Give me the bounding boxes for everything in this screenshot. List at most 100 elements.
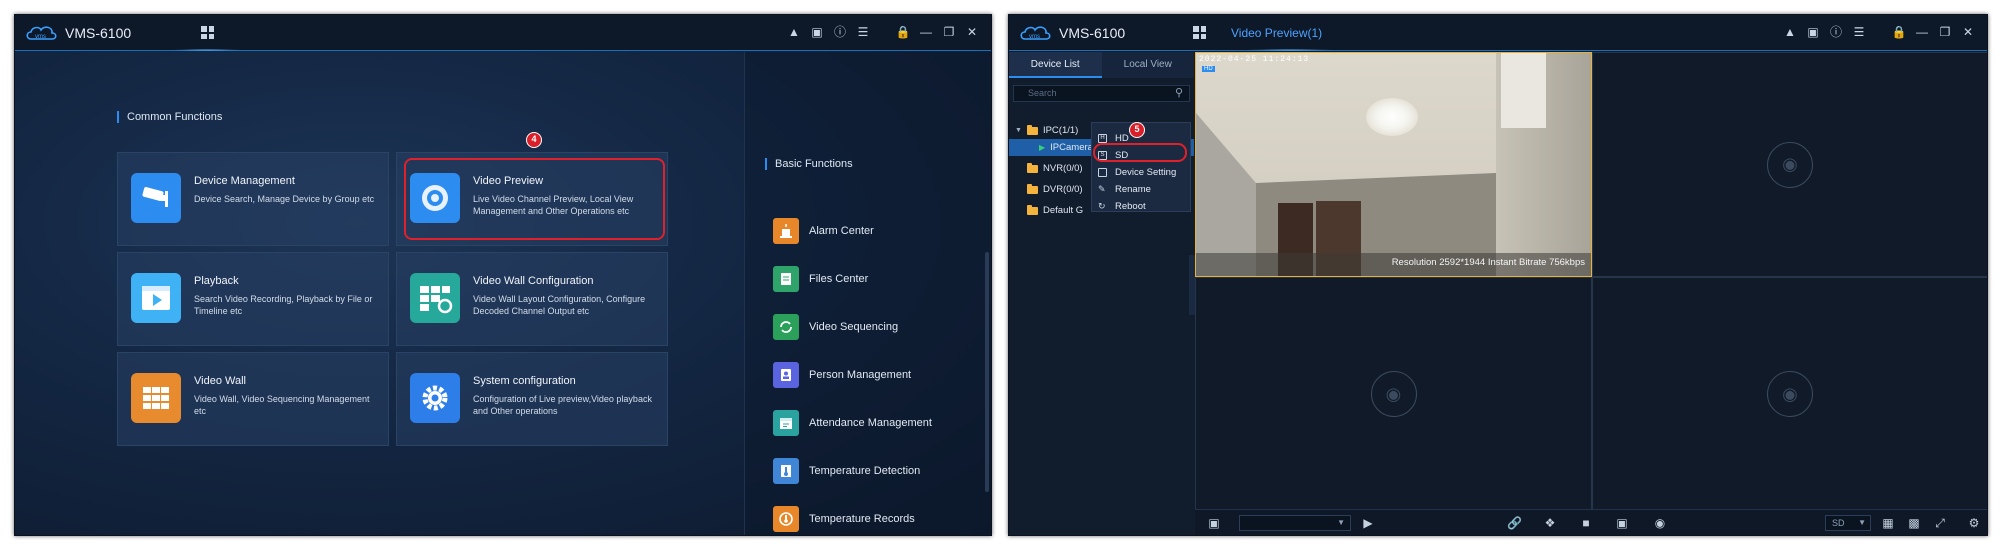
folder-icon — [1026, 124, 1038, 135]
common-functions-heading: Common Functions — [117, 111, 222, 123]
tab-device-list[interactable]: Device List — [1009, 52, 1102, 78]
video-cell-3[interactable]: ◉ — [1195, 277, 1592, 511]
menu-item-rename[interactable]: ✎ Rename — [1098, 182, 1151, 196]
card-title: Playback — [194, 275, 239, 287]
card-title: Video Wall Configuration — [473, 275, 594, 287]
bottom-toolbar: ▣ ▼ ▶ 🔗 ❖ ■ ▣ ◉ SD ▼ ▦ ▩ ⤢ ⚙ — [1195, 509, 1987, 535]
card-title: Video Wall — [194, 375, 246, 387]
camera-icon — [131, 173, 181, 223]
tab-video-preview[interactable]: Video Preview(1) — [1231, 26, 1322, 40]
card-description: Search Video Recording, Playback by File… — [194, 294, 373, 316]
hd-icon: H — [1098, 133, 1107, 143]
basic-item-attendance-management[interactable]: Attendance Management — [773, 410, 932, 436]
svg-text:vms: vms — [35, 34, 46, 40]
basic-item-video-sequencing[interactable]: Video Sequencing — [773, 314, 898, 340]
lock-icon[interactable]: 🔒 — [896, 25, 911, 39]
message-icon[interactable]: ▣ — [1806, 25, 1820, 39]
pencil-icon: ✎ — [1098, 183, 1106, 194]
fullscreen-icon[interactable]: ⤢ — [1933, 516, 1947, 530]
card-video-wall-configuration[interactable]: Video Wall Configuration Video Wall Layo… — [396, 252, 668, 346]
layout-icon[interactable]: ▦ — [1881, 516, 1895, 530]
menu-item-reboot[interactable]: ↻ Reboot — [1098, 199, 1146, 213]
card-title: System configuration — [473, 375, 576, 387]
stream-select[interactable]: SD ▼ — [1825, 515, 1871, 531]
step-badge: 4 — [526, 132, 542, 148]
tree-node-label: IPCamera — [1050, 142, 1093, 153]
basic-item-person-management[interactable]: Person Management — [773, 362, 911, 388]
folder-icon — [1027, 183, 1038, 194]
gear-icon — [410, 373, 460, 423]
info-icon[interactable]: ⓘ — [1829, 25, 1843, 39]
card-video-wall[interactable]: Video Wall Video Wall, Video Sequencing … — [117, 352, 389, 446]
home-grid-icon[interactable] — [1193, 26, 1206, 39]
restore-icon[interactable]: ❐ — [1938, 25, 1952, 39]
restore-icon[interactable]: ❐ — [942, 25, 956, 39]
ptz-icon[interactable]: ❖ — [1543, 516, 1557, 530]
title-bar: vms VMS-6100 ▲ ▣ ⓘ ☰ 🔒 — ❐ ✕ — [15, 15, 991, 51]
scrollbar[interactable] — [985, 252, 989, 492]
card-description: Configuration of Live preview,Video play… — [473, 394, 652, 416]
card-description: Device Search, Manage Device by Group et… — [194, 194, 375, 204]
tree-node-label: NVR(0/0) — [1043, 163, 1083, 174]
alarm-bell-icon[interactable]: ▲ — [1783, 25, 1797, 39]
home-grid-icon[interactable] — [201, 26, 214, 39]
video-cell-2[interactable]: ◉ — [1592, 52, 1987, 277]
video-preview-highlight — [404, 158, 665, 240]
close-icon[interactable]: ✕ — [965, 25, 979, 39]
menu-list-icon[interactable]: ☰ — [1852, 25, 1866, 39]
card-description: Video Wall, Video Sequencing Management … — [194, 394, 370, 416]
basic-item-label: Video Sequencing — [809, 321, 899, 333]
tree-node-label: DVR(0/0) — [1043, 184, 1083, 195]
device-setting-icon — [1098, 167, 1107, 177]
snapshot-icon[interactable]: ◉ — [1653, 516, 1667, 530]
device-search-input[interactable]: Search — [1013, 85, 1190, 102]
record-icon[interactable]: ■ — [1579, 516, 1593, 530]
basic-item-alarm-center[interactable]: Alarm Center — [773, 218, 874, 244]
video-cell-4[interactable]: ◉ — [1592, 277, 1987, 511]
video-timestamp: 2022-04-25 11:24:13 — [1199, 55, 1310, 64]
tab-local-view[interactable]: Local View — [1102, 52, 1195, 78]
menu-list-icon[interactable]: ☰ — [856, 25, 870, 39]
info-icon[interactable]: ⓘ — [833, 25, 847, 39]
close-icon[interactable]: ✕ — [1961, 25, 1975, 39]
reboot-icon: ↻ — [1098, 200, 1106, 211]
alarm-bell-icon[interactable]: ▲ — [787, 25, 801, 39]
view-select[interactable]: ▼ — [1239, 515, 1351, 531]
alarm-icon — [773, 218, 799, 244]
svg-text:vms: vms — [1029, 34, 1040, 40]
chevron-down-icon[interactable]: ▼ — [1015, 127, 1022, 134]
camera-online-icon: ▶ — [1039, 143, 1046, 152]
folder-icon — [1027, 162, 1038, 173]
card-device-management[interactable]: Device Management Device Search, Manage … — [117, 152, 389, 246]
home-window: vms VMS-6100 ▲ ▣ ⓘ ☰ 🔒 — ❐ ✕ Common Func… — [14, 14, 992, 536]
video-cell-1[interactable]: 2022-04-25 11:24:13 HD Resolution 2592*1… — [1195, 52, 1592, 277]
attendance-icon — [773, 410, 799, 436]
save-view-icon[interactable]: ▣ — [1207, 516, 1221, 530]
lock-icon[interactable]: 🔒 — [1892, 25, 1907, 39]
split-screen-icon[interactable]: ▩ — [1907, 516, 1921, 530]
basic-item-temperature-detection[interactable]: Temperature Detection — [773, 458, 920, 484]
step-badge: 5 — [1129, 122, 1145, 138]
basic-item-files-center[interactable]: Files Center — [773, 266, 868, 292]
basic-item-temperature-records[interactable]: Temperature Records — [773, 506, 915, 532]
basic-item-label: Files Center — [809, 273, 869, 285]
basic-functions-heading: Basic Functions — [765, 158, 853, 170]
menu-item-device-setting[interactable]: Device Setting — [1098, 165, 1176, 179]
sequencing-icon — [773, 314, 799, 340]
video-camera-icon[interactable]: ▣ — [1615, 516, 1629, 530]
settings-gear-icon[interactable]: ⚙ — [1967, 516, 1981, 530]
files-icon — [773, 266, 799, 292]
sequence-play-icon[interactable]: ▶ — [1361, 516, 1375, 530]
link-icon[interactable]: 🔗 — [1507, 516, 1522, 530]
hd-tag: HD — [1202, 66, 1215, 72]
message-icon[interactable]: ▣ — [810, 25, 824, 39]
basic-item-label: Temperature Records — [809, 513, 915, 525]
minimize-icon[interactable]: — — [1915, 25, 1929, 39]
search-icon[interactable]: ⚲ — [1175, 86, 1183, 99]
card-playback[interactable]: Playback Search Video Recording, Playbac… — [117, 252, 389, 346]
records-icon — [773, 506, 799, 532]
person-icon — [773, 362, 799, 388]
minimize-icon[interactable]: — — [919, 25, 933, 39]
card-system-configuration[interactable]: System configuration Configuration of Li… — [396, 352, 668, 446]
video-info: Resolution 2592*1944 Instant Bitrate 756… — [1391, 257, 1585, 268]
